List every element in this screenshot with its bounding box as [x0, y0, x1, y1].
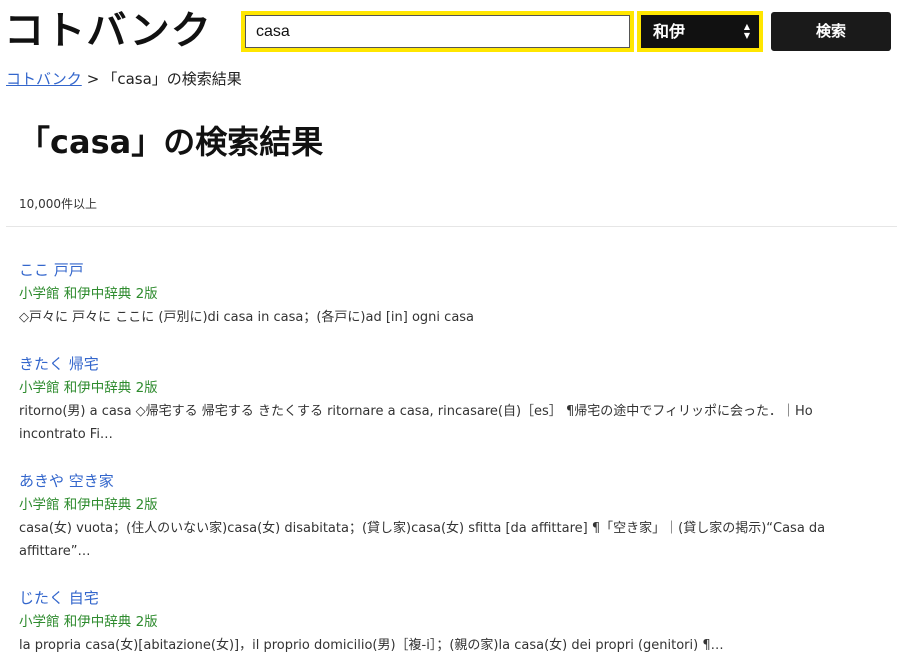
result-source: 小学館 和伊中辞典 2版 — [19, 497, 158, 513]
search-box — [241, 11, 634, 52]
breadcrumb-home-link[interactable]: コトバンク — [6, 70, 82, 88]
page-title: 「casa」の検索結果 — [18, 123, 324, 161]
divider — [6, 226, 897, 227]
dictionary-select-value: 和伊 — [653, 22, 686, 41]
result-snippet: ritorno(男) a casa ◇帰宅する 帰宅する きたくする ritor… — [19, 404, 813, 442]
result-item: じたく 自宅 小学館 和伊中辞典 2版 la propria casa(女)[a… — [19, 586, 724, 657]
result-title-link[interactable]: あきや 空き家 — [19, 469, 114, 493]
result-source: 小学館 和伊中辞典 2版 — [19, 286, 158, 302]
site-logo[interactable]: コトバンク — [4, 6, 212, 58]
result-count: 10,000件以上 — [19, 197, 97, 211]
result-source: 小学館 和伊中辞典 2版 — [19, 614, 158, 630]
result-title-link[interactable]: ここ 戸戸 — [19, 258, 84, 282]
breadcrumb-separator: > — [86, 70, 100, 88]
site-header: コトバンク 和伊 ▲▼ 検索 — [0, 0, 897, 62]
dictionary-select[interactable]: 和伊 ▲ ▼ — [637, 11, 763, 52]
search-button[interactable]: 検索 — [771, 12, 891, 51]
breadcrumb-current: 「casa」の検索結果 — [102, 70, 242, 88]
result-item: ここ 戸戸 小学館 和伊中辞典 2版 ◇戸々に 戸々に ここに (戸別に)di … — [19, 258, 474, 329]
result-snippet: la propria casa(女)[abitazione(女)]，il pro… — [19, 638, 724, 653]
result-source: 小学館 和伊中辞典 2版 — [19, 380, 158, 396]
result-item: きたく 帰宅 小学館 和伊中辞典 2版 ritorno(男) a casa ◇帰… — [19, 352, 879, 446]
result-title-link[interactable]: きたく 帰宅 — [19, 352, 99, 376]
select-arrows-icon: ▲ ▼ — [743, 22, 751, 40]
result-item: あきや 空き家 小学館 和伊中辞典 2版 casa(女) vuota；(住人のい… — [19, 469, 879, 563]
result-title-link[interactable]: じたく 自宅 — [19, 586, 99, 610]
search-input[interactable] — [245, 15, 630, 48]
breadcrumb: コトバンク > 「casa」の検索結果 — [6, 68, 242, 90]
result-snippet: ◇戸々に 戸々に ここに (戸別に)di casa in casa；(各戸に)a… — [19, 310, 475, 325]
result-snippet: casa(女) vuota；(住人のいない家)casa(女) disabitat… — [19, 521, 826, 559]
